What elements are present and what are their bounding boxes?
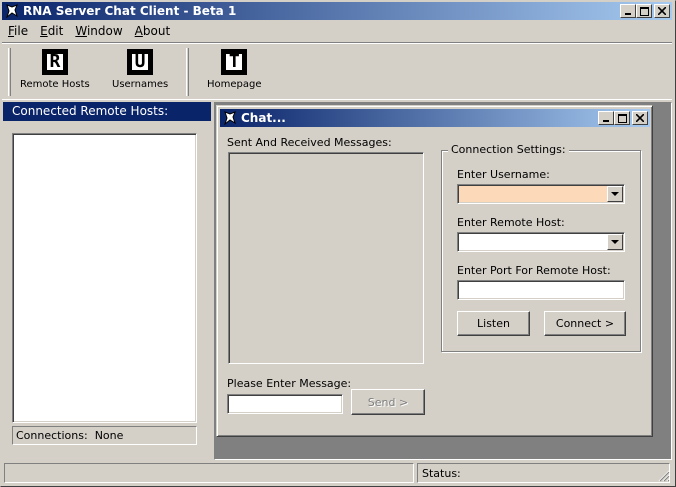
usernames-label: Usernames — [112, 79, 169, 90]
message-prompt-label: Please Enter Message: — [227, 377, 352, 390]
port-label: Enter Port For Remote Host: — [457, 264, 611, 277]
close-icon — [658, 7, 666, 15]
chat-title-bar[interactable]: Chat... — [220, 109, 650, 127]
menu-bar: File Edit Window About — [2, 21, 176, 41]
homepage-label: Homepage — [207, 79, 262, 90]
menu-edit-label: dit — [47, 24, 64, 38]
connect-button-label: Connect > — [555, 317, 615, 330]
remote-host-dropdown-button[interactable] — [607, 234, 623, 250]
remote-hosts-button[interactable]: R Remote Hosts — [20, 49, 90, 90]
messages-area[interactable] — [228, 152, 424, 364]
chat-window-icon — [222, 110, 238, 126]
usernames-icon: U — [127, 49, 154, 75]
menu-window[interactable]: Window — [69, 22, 128, 40]
status-pane-right: Status: — [417, 463, 670, 483]
remote-hosts-icon: R — [41, 49, 68, 75]
toolbar-grip[interactable] — [8, 48, 11, 96]
chat-maximize-button[interactable] — [614, 111, 630, 125]
username-combo[interactable] — [457, 184, 625, 204]
send-button[interactable]: Send > — [351, 389, 425, 415]
connect-button[interactable]: Connect > — [544, 311, 626, 336]
remote-host-field[interactable] — [458, 233, 606, 251]
usernames-glyph: U — [130, 52, 151, 72]
maximize-button[interactable] — [636, 4, 652, 18]
remote-hosts-label: Remote Hosts — [20, 79, 90, 90]
message-input[interactable] — [227, 394, 343, 414]
connected-hosts-panel: Connected Remote Hosts: Connections: Non… — [3, 102, 213, 460]
menu-edit[interactable]: Edit — [34, 22, 69, 40]
connections-label: Connections: — [16, 429, 88, 442]
app-title: RNA Server Chat Client - Beta 1 — [23, 4, 237, 18]
remote-hosts-glyph: R — [44, 52, 65, 72]
menu-about-label: bout — [142, 24, 171, 38]
chevron-down-icon — [611, 239, 619, 244]
homepage-glyph: T — [224, 52, 245, 72]
listen-button[interactable]: Listen — [457, 311, 530, 336]
maximize-icon — [639, 6, 649, 16]
homepage-icon: T — [221, 49, 248, 75]
status-label: Status: — [422, 467, 461, 480]
menu-file[interactable]: File — [2, 22, 34, 40]
messages-label: Sent And Received Messages: — [227, 136, 392, 149]
resize-grip-icon[interactable] — [658, 470, 670, 482]
chat-window: Chat... Sent And Received Messages: Plea… — [216, 105, 653, 437]
status-pane-left — [4, 463, 414, 483]
send-button-label: Send > — [367, 395, 409, 409]
username-label: Enter Username: — [457, 168, 550, 181]
connected-hosts-header: Connected Remote Hosts: — [3, 102, 211, 121]
close-icon — [636, 114, 644, 122]
chevron-down-icon — [611, 191, 619, 196]
connection-settings-legend: Connection Settings: — [448, 143, 569, 156]
homepage-button[interactable]: T Homepage — [207, 49, 262, 90]
close-button[interactable] — [654, 4, 670, 18]
toolbar: R Remote Hosts U Usernames T Homepage — [2, 42, 672, 100]
chat-title: Chat... — [241, 111, 286, 125]
menu-about-mnemonic: A — [134, 24, 143, 38]
menu-about[interactable]: About — [129, 22, 177, 40]
toolbar-separator — [186, 48, 189, 96]
chat-close-button[interactable] — [632, 111, 648, 125]
remote-host-label: Enter Remote Host: — [457, 216, 565, 229]
connections-value: None — [94, 429, 124, 442]
menu-window-label: indow — [86, 24, 123, 38]
menu-file-label: ile — [14, 24, 29, 38]
listen-button-label: Listen — [477, 317, 510, 330]
minimize-icon — [603, 120, 609, 122]
app-icon — [4, 3, 20, 19]
connected-hosts-list[interactable] — [12, 133, 197, 423]
port-input[interactable] — [457, 280, 625, 300]
menu-edit-mnemonic: E — [40, 24, 48, 38]
status-bar: Status: — [2, 463, 672, 484]
connections-status: Connections: None — [12, 426, 197, 445]
connection-settings-group: Connection Settings: Enter Username: Ent… — [441, 143, 641, 352]
minimize-icon — [625, 13, 631, 15]
remote-host-combo[interactable] — [457, 232, 625, 252]
username-dropdown-button[interactable] — [607, 186, 623, 202]
main-title-bar[interactable]: RNA Server Chat Client - Beta 1 — [2, 2, 672, 20]
maximize-icon — [617, 113, 627, 123]
menu-window-mnemonic: W — [75, 24, 87, 38]
username-field[interactable] — [458, 185, 606, 203]
chat-minimize-button[interactable] — [598, 111, 614, 125]
usernames-button[interactable]: U Usernames — [112, 49, 168, 90]
minimize-button[interactable] — [620, 4, 636, 18]
